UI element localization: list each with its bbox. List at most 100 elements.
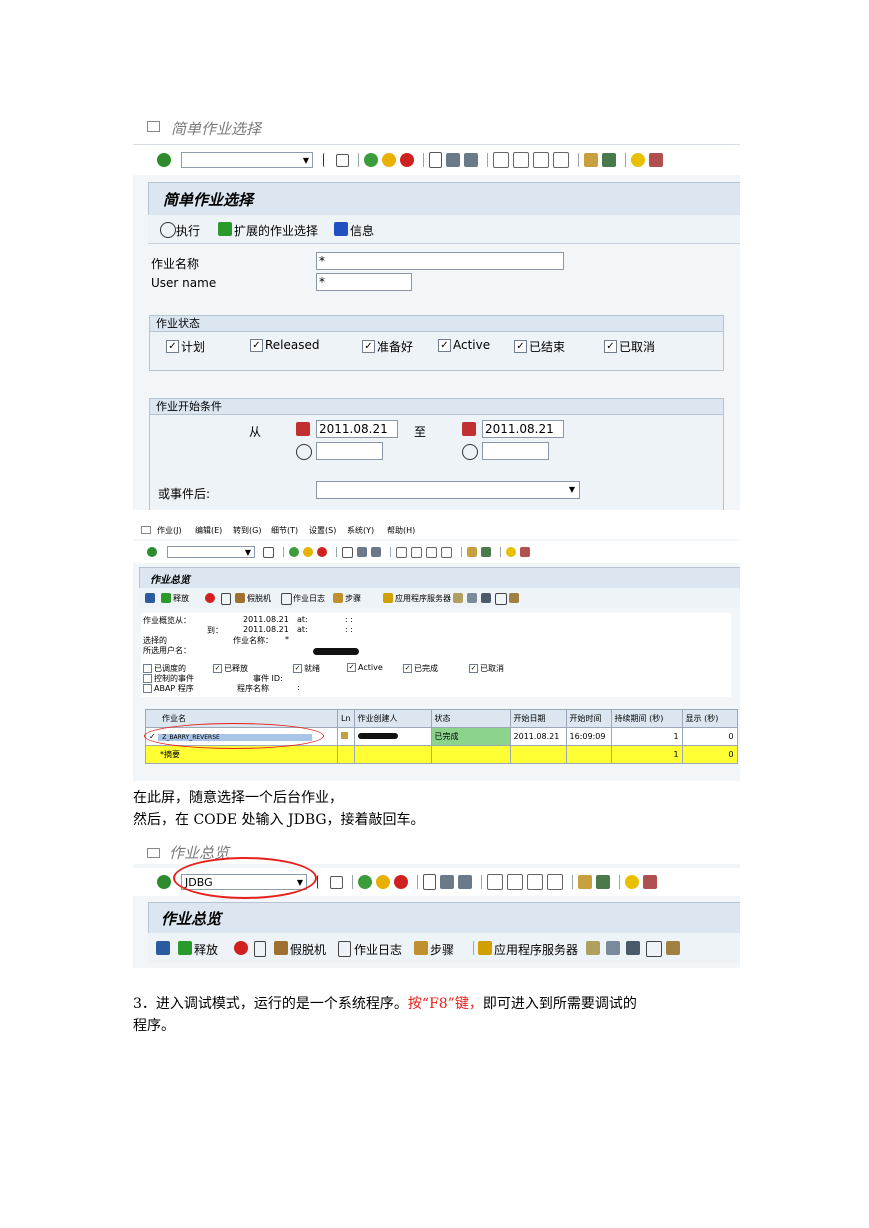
print-icon[interactable] (495, 593, 507, 605)
command-field[interactable]: ▼ (181, 152, 313, 168)
status-checkbox-4[interactable]: ✓ Active (438, 338, 490, 352)
job-name-cell[interactable]: ✓ Z_BARRY_REVERSE (144, 723, 338, 749)
back-arrow-icon[interactable] (323, 153, 332, 167)
release-button[interactable]: 释放 (173, 593, 189, 604)
steps-button[interactable]: 步骤 (345, 593, 361, 604)
find-next-icon[interactable] (464, 153, 478, 167)
select-icon[interactable] (453, 593, 463, 603)
chevron-down-icon[interactable]: ▼ (569, 482, 575, 498)
layout-icon[interactable] (520, 547, 530, 557)
col-creator[interactable]: 作业创建人 (353, 709, 432, 728)
from-time-input[interactable] (316, 442, 383, 460)
menu-item-settings[interactable]: 设置(S) (309, 525, 336, 536)
col-duration[interactable]: 持续期间 (秒) (610, 709, 683, 728)
spool-icon[interactable] (235, 593, 245, 603)
print-icon[interactable] (429, 152, 442, 168)
calendar-icon[interactable] (462, 422, 476, 436)
delete-icon[interactable] (221, 593, 231, 605)
first-page-icon[interactable] (487, 874, 503, 890)
enter-check-icon[interactable] (157, 875, 171, 889)
last-page-icon[interactable] (441, 546, 452, 558)
last-page-icon[interactable] (553, 152, 569, 168)
col-status[interactable]: 状态 (430, 709, 511, 728)
help-icon[interactable] (625, 875, 639, 889)
release-flag-icon[interactable] (178, 941, 192, 955)
prev-page-icon[interactable] (411, 546, 422, 558)
menu-item-details[interactable]: 细节(T) (271, 525, 298, 536)
save-icon[interactable] (330, 875, 343, 889)
exit-icon[interactable] (376, 875, 390, 889)
back-icon[interactable] (289, 547, 299, 557)
menu-item-edit[interactable]: 编辑(E) (195, 525, 222, 536)
stop-icon[interactable] (205, 593, 215, 603)
shortcut-icon[interactable] (596, 875, 610, 889)
sort-icon[interactable] (666, 941, 680, 955)
col-ln[interactable]: Ln (337, 709, 355, 728)
find-icon[interactable] (357, 547, 367, 557)
steps-button[interactable]: 步骤 (430, 941, 454, 958)
exit-icon[interactable] (303, 547, 313, 557)
first-page-icon[interactable] (396, 546, 407, 558)
chevron-down-icon[interactable]: ▼ (303, 156, 309, 165)
app-server-icon[interactable] (478, 941, 492, 955)
user-name-input[interactable]: * (316, 273, 412, 291)
abap-checkbox[interactable]: ABAP 程序 (143, 683, 194, 694)
menu-item-goto[interactable]: 转到(G) (233, 525, 261, 536)
new-session-icon[interactable] (467, 547, 477, 557)
print-icon[interactable] (423, 874, 436, 890)
to-date-input[interactable]: 2011.08.21 (482, 420, 564, 438)
execute-clock-icon[interactable] (160, 222, 176, 238)
execute-button[interactable]: 执行 (176, 222, 200, 239)
filter-icon[interactable] (626, 941, 640, 955)
refresh-icon[interactable] (156, 941, 170, 955)
stop-icon[interactable] (234, 941, 248, 955)
next-page-icon[interactable] (426, 546, 437, 558)
next-page-icon[interactable] (533, 152, 549, 168)
find-next-icon[interactable] (371, 547, 381, 557)
layout-icon[interactable] (649, 153, 663, 167)
copy-icon[interactable] (606, 941, 620, 955)
new-session-icon[interactable] (578, 875, 592, 889)
print-icon[interactable] (646, 941, 662, 957)
job-log-button[interactable]: 作业日志 (293, 593, 325, 604)
spool-button[interactable]: 假脱机 (290, 941, 326, 958)
last-page-icon[interactable] (547, 874, 563, 890)
cancel-icon[interactable] (317, 547, 327, 557)
cancel-icon[interactable] (400, 153, 414, 167)
steps-icon[interactable] (414, 941, 428, 955)
release-flag-icon[interactable] (161, 593, 171, 603)
back-icon[interactable] (364, 153, 378, 167)
exit-icon[interactable] (382, 153, 396, 167)
status-checkbox-6[interactable]: ✓ 已取消 (604, 338, 655, 355)
ready-checkbox[interactable]: ✓ 就绪 (293, 663, 320, 674)
calendar-icon[interactable] (296, 422, 310, 436)
col-start-date[interactable]: 开始日期 (509, 709, 567, 728)
shortcut-icon[interactable] (602, 153, 616, 167)
menu-item-help[interactable]: 帮助(H) (387, 525, 415, 536)
status-checkbox-5[interactable]: ✓ 已结束 (514, 338, 565, 355)
job-log-button[interactable]: 作业日志 (354, 941, 402, 958)
cancelled-checkbox[interactable]: ✓ 已取消 (469, 663, 504, 674)
print-icon[interactable] (342, 546, 353, 558)
sort-icon[interactable] (509, 593, 519, 603)
prev-page-icon[interactable] (513, 152, 529, 168)
spool-button[interactable]: 假脱机 (247, 593, 271, 604)
delete-icon[interactable] (254, 941, 266, 957)
save-icon[interactable] (263, 546, 274, 558)
released-checkbox[interactable]: ✓ 已释放 (213, 663, 248, 674)
extended-selection-button[interactable]: 扩展的作业选择 (234, 222, 318, 239)
prev-page-icon[interactable] (507, 874, 523, 890)
to-time-input[interactable] (482, 442, 549, 460)
event-select[interactable]: ▼ (316, 481, 580, 499)
shortcut-icon[interactable] (481, 547, 491, 557)
select-icon[interactable] (586, 941, 600, 955)
back-arrow-icon[interactable] (317, 875, 326, 889)
release-button[interactable]: 释放 (194, 941, 218, 958)
active-checkbox[interactable]: ✓ Active (347, 663, 383, 672)
extended-selection-icon[interactable] (218, 222, 232, 236)
enter-check-icon[interactable] (147, 547, 157, 557)
info-button[interactable]: 信息 (350, 222, 374, 239)
status-checkbox-1[interactable]: ✓ 计划 (166, 338, 205, 355)
app-server-button[interactable]: 应用程序服务器 (395, 593, 451, 604)
refresh-icon[interactable] (145, 593, 155, 603)
